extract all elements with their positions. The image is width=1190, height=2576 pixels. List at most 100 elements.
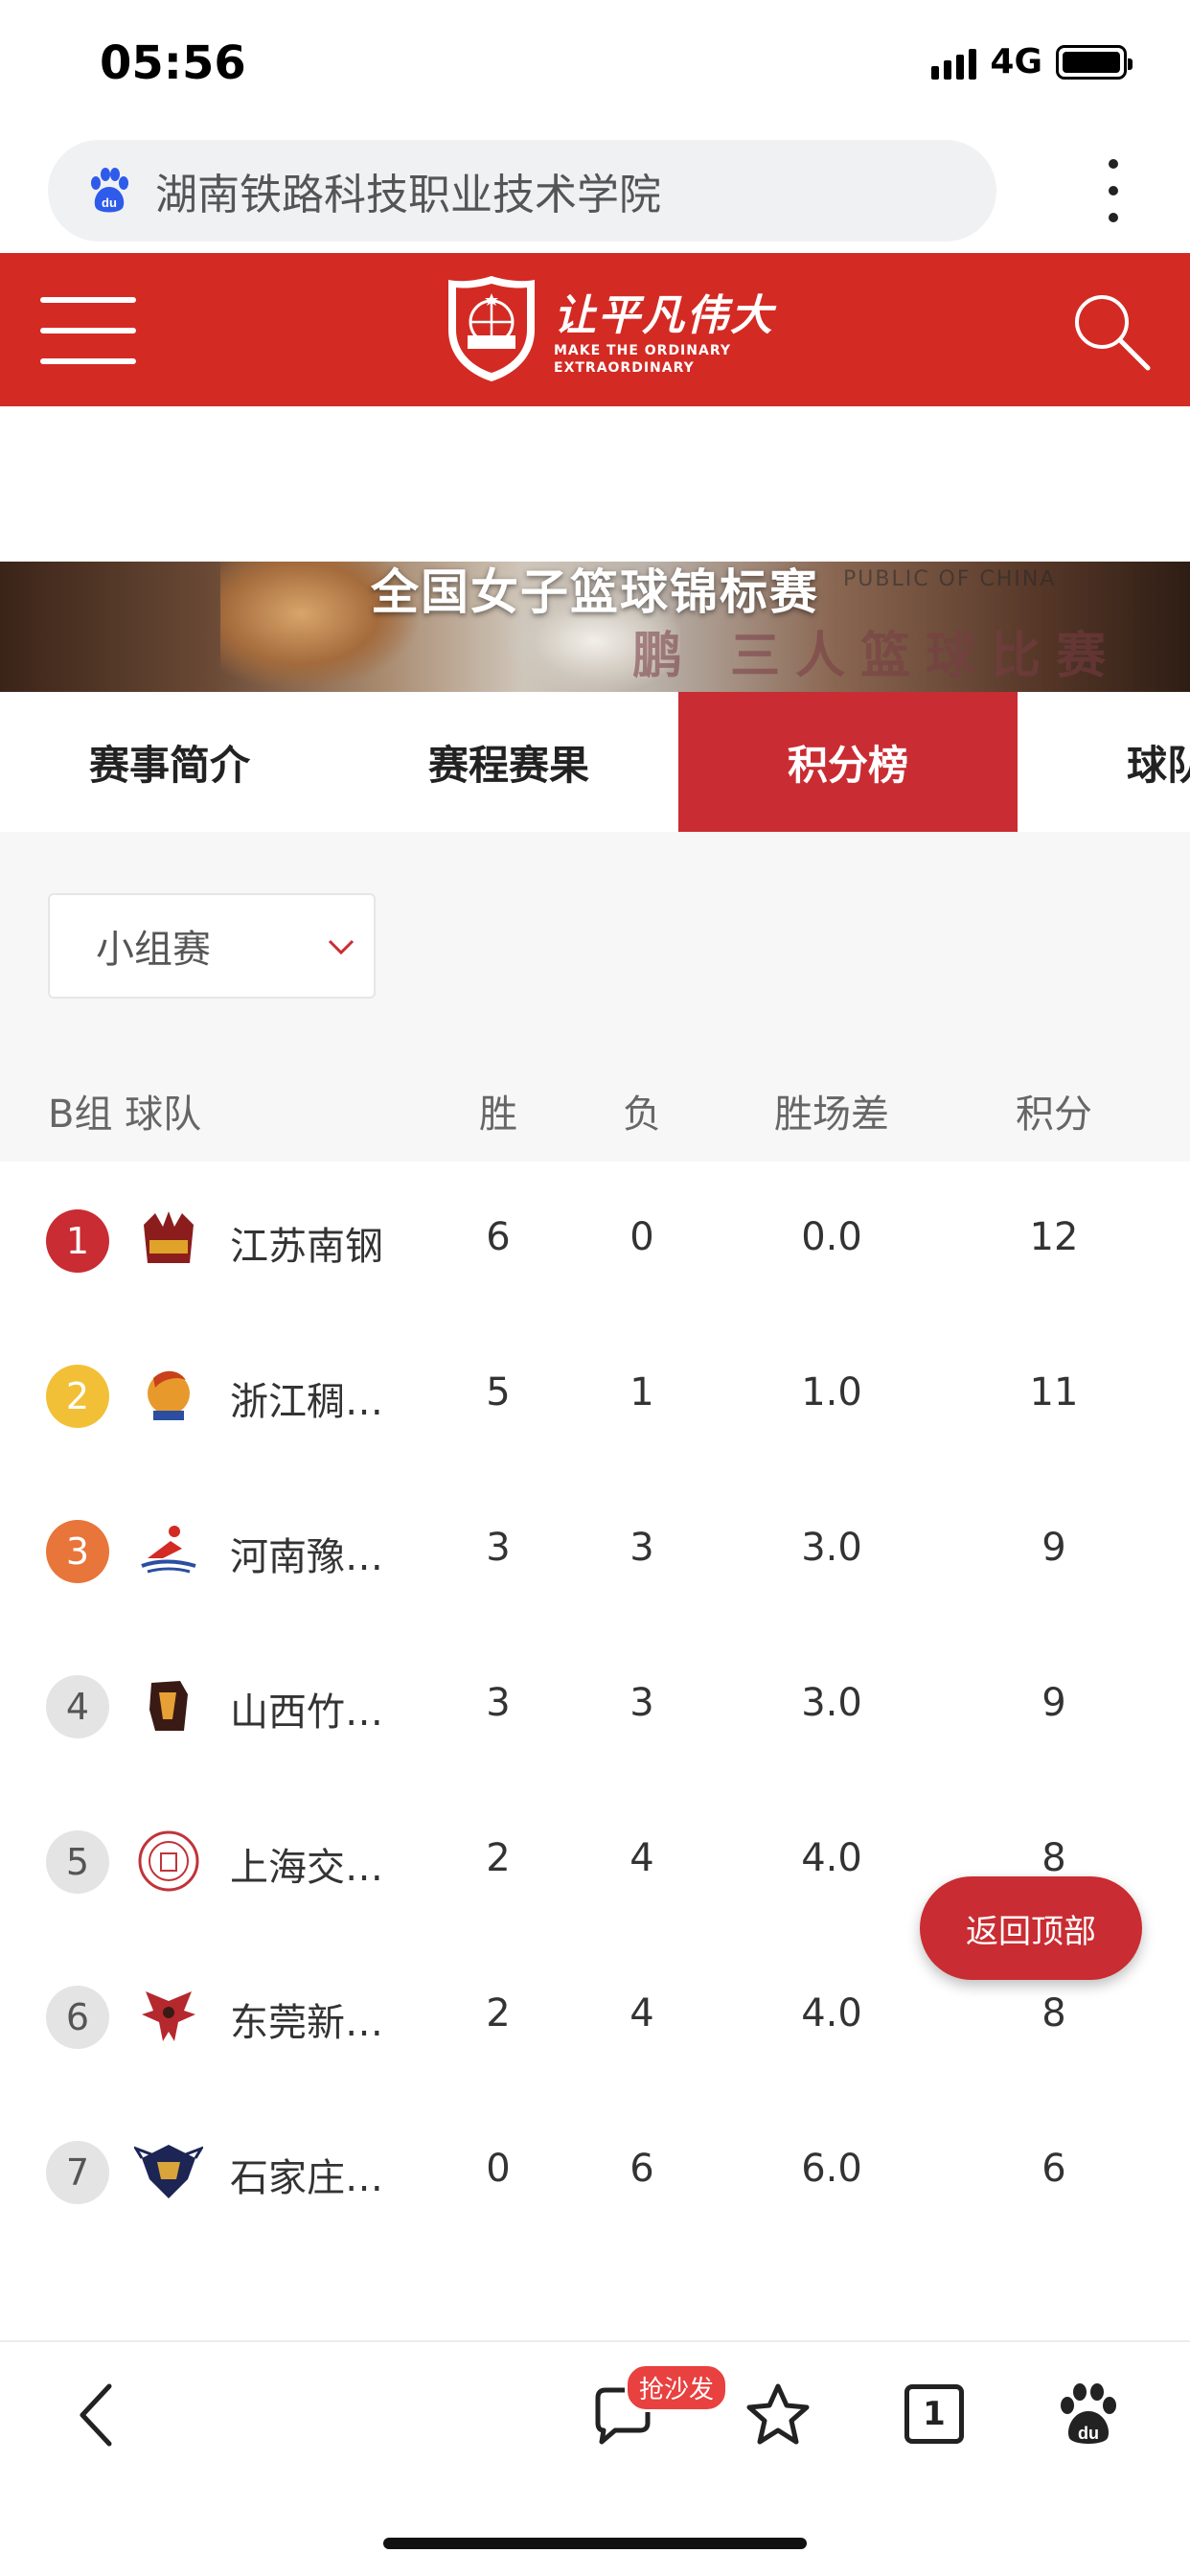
losses-value: 6: [629, 2147, 654, 2191]
diff-value: 3.0: [801, 1526, 862, 1570]
table-row[interactable]: 2 浙江稠州金租 5 1 1.0 11: [0, 1317, 1190, 1472]
wins-value: 2: [486, 1836, 511, 1880]
tabs-count-button[interactable]: 1: [904, 2384, 964, 2444]
losses-value: 3: [629, 1526, 654, 1570]
points-value: 11: [1029, 1370, 1079, 1414]
event-banner: 全国女子篮球锦标赛 PUBLIC OF CHINA 鹏 三人篮球比赛: [0, 562, 1190, 692]
team-logo-icon: [149, 1681, 188, 1731]
wins-value: 2: [486, 1991, 511, 2036]
rank-badge: 2: [46, 1365, 109, 1428]
team-logo-icon: [134, 2145, 203, 2198]
network-type: 4G: [990, 42, 1042, 81]
rank-badge: 6: [46, 1986, 109, 2049]
points-value: 8: [1041, 1836, 1066, 1880]
back-arrow-icon[interactable]: [59, 2377, 136, 2453]
losses-value: 0: [629, 1215, 654, 1259]
losses-value: 3: [629, 1681, 654, 1725]
more-menu-icon[interactable]: [1094, 159, 1133, 222]
banner-english-text: PUBLIC OF CHINA: [843, 567, 1057, 591]
team-logo-icon: [138, 1830, 199, 1892]
status-bar: 05:56 4G: [0, 0, 1190, 130]
browser-address-row: du 湖南铁路科技职业技术学院: [0, 130, 1190, 253]
back-to-top-button[interactable]: 返回顶部: [920, 1876, 1142, 1980]
tab-intro[interactable]: 赛事简介: [0, 692, 339, 832]
svg-text:du: du: [102, 196, 117, 210]
signal-icon: [931, 45, 977, 80]
stage-value: 小组赛: [96, 928, 211, 972]
chevron-down-icon: [328, 939, 355, 955]
wins-value: 3: [486, 1681, 511, 1725]
star-icon[interactable]: [740, 2377, 816, 2453]
diff-value: 6.0: [801, 2147, 862, 2191]
losses-value: 4: [629, 1836, 654, 1880]
address-bar[interactable]: du 湖南铁路科技职业技术学院: [48, 140, 996, 242]
tab-team-stats[interactable]: 球队数: [1018, 692, 1190, 832]
rank-badge: 5: [46, 1830, 109, 1894]
logo-slogan-en-1: MAKE THE ORDINARY: [554, 343, 731, 358]
points-value: 9: [1041, 1681, 1066, 1725]
menu-icon[interactable]: [40, 297, 136, 364]
table-row[interactable]: 1 江苏南钢 6 0 0.0 12: [0, 1162, 1190, 1317]
diff-value: 1.0: [801, 1370, 862, 1414]
logo-slogan: 让平凡伟大: [554, 291, 774, 340]
table-row[interactable]: 4 山西竹… 3 3 3.0 9: [0, 1627, 1190, 1782]
baidu-paw-icon: du: [91, 168, 128, 213]
standings-table: 1 江苏南钢 6 0 0.0 12 2 浙江稠州金租 5 1 1.0 11: [0, 1162, 1190, 2340]
team-name: 河南豫…: [230, 1535, 383, 1579]
home-indicator: [383, 2538, 807, 2549]
header-wins: 胜: [479, 1092, 517, 1137]
wins-value: 5: [486, 1370, 511, 1414]
standings-header: B组 球队 胜 负 胜场差 积分: [0, 1045, 1190, 1162]
header-spacer: [0, 406, 1190, 562]
battery-icon: [1056, 44, 1133, 80]
table-row[interactable]: 7 石家庄… 0 6 6.0 6: [0, 2093, 1190, 2248]
logo-slogan-en-2: EXTRAORDINARY: [554, 360, 695, 376]
team-name: 山西竹…: [230, 1690, 383, 1735]
wins-value: 0: [486, 2147, 511, 2191]
team-name: 上海交…: [230, 1846, 383, 1890]
rank-badge: 1: [46, 1209, 109, 1273]
wins-value: 3: [486, 1526, 511, 1570]
stage-dropdown[interactable]: 小组赛: [48, 893, 376, 999]
search-icon[interactable]: [1069, 289, 1152, 372]
team-logo-icon: [141, 1526, 196, 1574]
diff-value: 4.0: [801, 1836, 862, 1880]
points-value: 9: [1041, 1526, 1066, 1570]
cba-logo[interactable]: 让平凡伟大 MAKE THE ORDINARY EXTRAORDINARY: [445, 272, 774, 385]
tab-schedule[interactable]: 赛程赛果: [339, 692, 678, 832]
header-group-team: B组 球队: [48, 1092, 202, 1137]
event-tabs: 赛事简介 赛程赛果 积分榜 球队数: [0, 692, 1190, 832]
tab-standings[interactable]: 积分榜: [678, 692, 1018, 832]
diff-value: 0.0: [801, 1215, 862, 1259]
rank-badge: 4: [46, 1675, 109, 1738]
table-row[interactable]: 3 河南豫… 3 3 3.0 9: [0, 1472, 1190, 1627]
points-value: 12: [1029, 1215, 1079, 1259]
diff-value: 4.0: [801, 1991, 862, 2036]
basketball-shield-icon: [448, 276, 535, 381]
team-name: 浙江稠州金租: [230, 1380, 402, 1424]
diff-value: 3.0: [801, 1681, 862, 1725]
header-losses: 负: [623, 1092, 661, 1137]
team-logo-icon: [142, 1991, 195, 2041]
points-value: 6: [1041, 2147, 1066, 2191]
team-logo-icon: [144, 1211, 194, 1263]
team-name: 石家庄…: [230, 2156, 383, 2200]
site-header: 让平凡伟大 MAKE THE ORDINARY EXTRAORDINARY: [0, 253, 1190, 406]
team-name: 东莞新…: [230, 2001, 383, 2045]
standings-content: 小组赛 B组 球队 胜 负 胜场差 积分 1 江苏南钢 6 0 0.0 12 2: [0, 832, 1190, 2340]
svg-text:du: du: [1078, 2424, 1099, 2443]
rank-badge: 3: [46, 1520, 109, 1583]
banner-subtitle: 鹏 三人篮球比赛: [632, 628, 1122, 685]
losses-value: 1: [629, 1370, 654, 1414]
points-value: 8: [1041, 1991, 1066, 2036]
tabs-count: 1: [923, 2395, 946, 2433]
rank-badge: 7: [46, 2141, 109, 2204]
status-indicators: 4G: [931, 42, 1133, 81]
team-logo-icon: [148, 1370, 190, 1420]
losses-value: 4: [629, 1991, 654, 2036]
header-points: 积分: [1016, 1092, 1092, 1137]
header-diff: 胜场差: [774, 1092, 889, 1137]
team-name: 江苏南钢: [230, 1225, 383, 1269]
baidu-home-icon[interactable]: du: [1050, 2377, 1127, 2453]
wins-value: 6: [486, 1215, 511, 1259]
